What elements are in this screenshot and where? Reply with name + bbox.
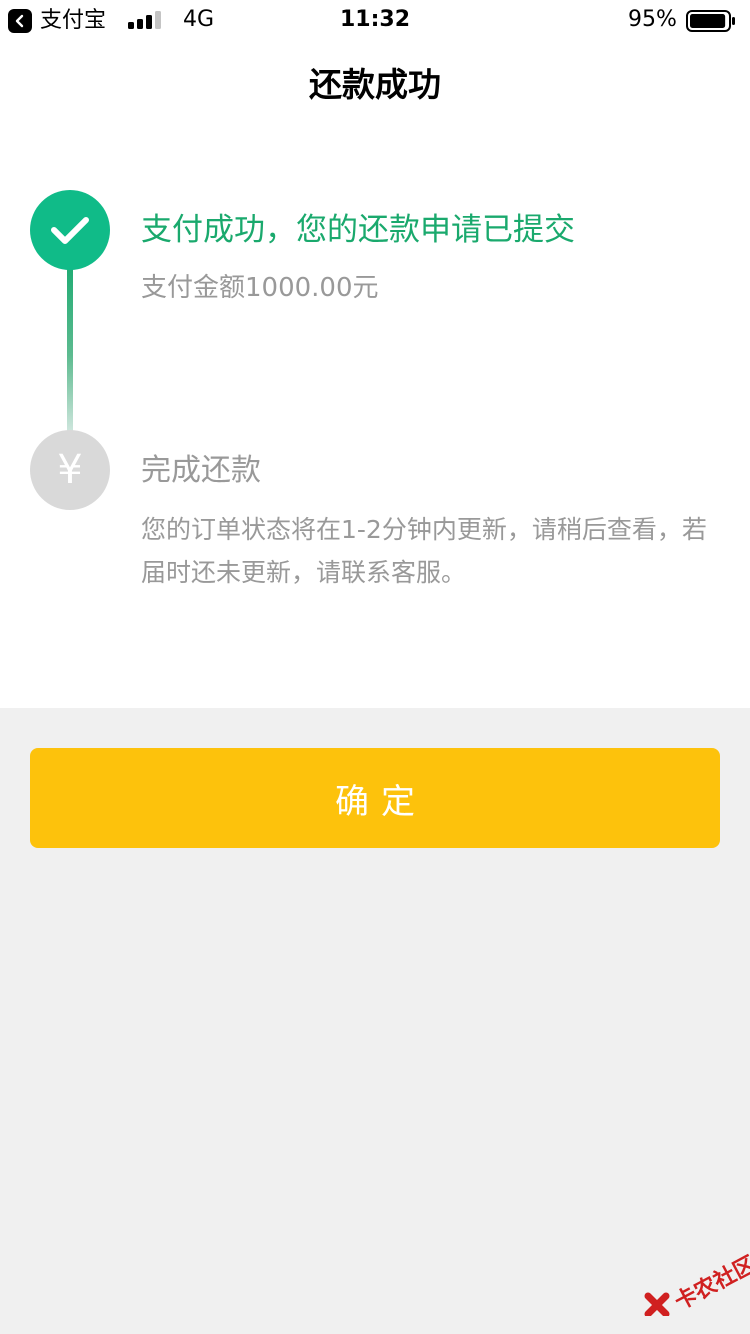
logo-x-icon <box>644 1292 670 1316</box>
step-1-description: 支付金额1000.00元 <box>141 273 379 303</box>
check-icon <box>51 217 89 244</box>
step-done-indicator <box>30 190 110 270</box>
step-1-title: 支付成功，您的还款申请已提交 <box>141 212 575 248</box>
step-2-description: 您的订单状态将在1-2分钟内更新，请稍后查看，若届时还未更新，请联系客服。 <box>141 515 707 587</box>
battery-icon <box>686 10 735 32</box>
confirm-button-label: 确定 <box>335 781 427 822</box>
step-pending-indicator: ¥ <box>30 430 110 510</box>
status-bar: 支付宝 4G 11:32 95% <box>0 0 750 40</box>
battery-percent: 95% <box>628 7 677 32</box>
confirm-button[interactable]: 确定 <box>30 748 720 848</box>
yen-icon: ¥ <box>57 447 83 493</box>
timeline-connector <box>67 262 73 432</box>
step-2-title: 完成还款 <box>141 453 261 488</box>
page-title: 还款成功 <box>309 65 441 104</box>
